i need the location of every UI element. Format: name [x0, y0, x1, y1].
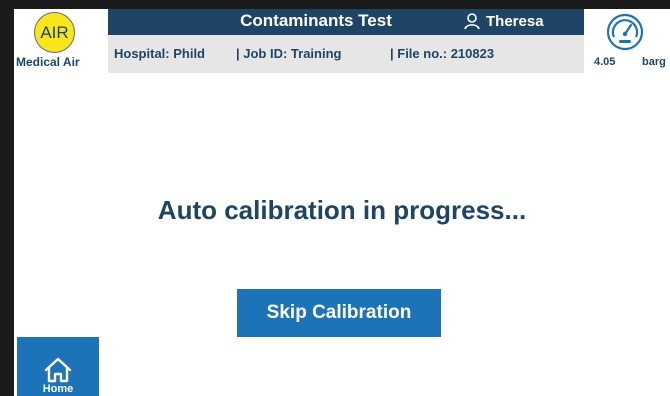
gauge-icon: [606, 13, 644, 51]
calibration-status: Auto calibration in progress...: [157, 195, 527, 225]
hospital-info: Hospital: Phild: [114, 46, 205, 61]
pressure-value: 4.05: [594, 56, 616, 68]
home-button[interactable]: Home: [17, 337, 99, 396]
job-id-info: | Job ID: Training: [236, 46, 342, 61]
skip-calibration-button[interactable]: Skip Calibration: [237, 289, 441, 337]
file-number-info: | File no.: 210823: [390, 46, 495, 61]
user-icon: [464, 13, 480, 30]
pressure-unit: barg: [642, 56, 666, 68]
title-bar: Contaminants Test Theresa: [108, 9, 584, 35]
info-bar: Hospital: Phild | Job ID: Training | Fil…: [108, 35, 584, 73]
user-account[interactable]: Theresa: [464, 13, 544, 30]
gas-type-badge: AIR: [34, 12, 75, 53]
home-icon: [44, 357, 72, 383]
gas-code: AIR: [40, 22, 69, 42]
home-label: Home: [42, 383, 74, 395]
app-screen: Contaminants Test Theresa Hospital: Phil…: [14, 9, 670, 396]
gas-name: Medical Air: [16, 55, 80, 69]
user-name: Theresa: [486, 13, 544, 30]
